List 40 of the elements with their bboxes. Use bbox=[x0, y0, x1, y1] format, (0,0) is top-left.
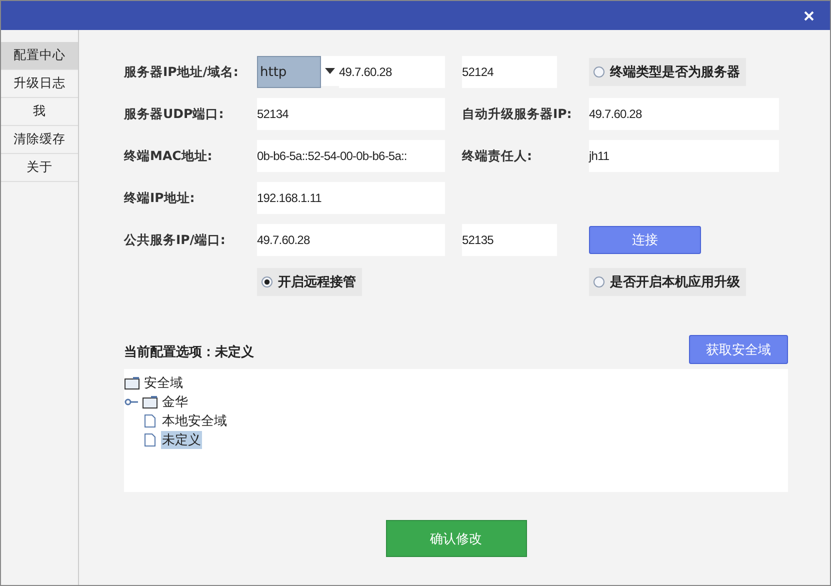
owner-field[interactable]: jh11 bbox=[589, 140, 779, 172]
tree-item[interactable]: 安全域 bbox=[143, 374, 184, 392]
file-icon bbox=[142, 414, 158, 428]
remote-takeover-radio[interactable]: 开启远程接管 bbox=[257, 268, 362, 296]
field-label: 公共服务IP/端口: bbox=[124, 232, 226, 248]
public-ip-field[interactable]: 49.7.60.28 bbox=[257, 224, 445, 256]
tree-item[interactable]: 未定义 bbox=[161, 430, 202, 448]
field-label: 服务器IP地址/域名: bbox=[124, 64, 240, 80]
sidebar-item[interactable]: 升级日志 bbox=[1, 70, 78, 98]
file-icon bbox=[142, 432, 158, 446]
close-icon[interactable] bbox=[804, 10, 814, 20]
current-config-label: 当前配置选项：未定义 bbox=[124, 344, 254, 362]
folder-icon bbox=[142, 394, 158, 408]
udp-port-field[interactable]: 52134 bbox=[257, 98, 445, 130]
protocol-dropdown[interactable]: http bbox=[257, 56, 321, 88]
sidebar-item[interactable]: 配置中心 bbox=[1, 42, 78, 70]
expand-handle-icon[interactable] bbox=[124, 396, 140, 406]
sidebar-item[interactable]: 关于 bbox=[1, 154, 78, 182]
tree-item[interactable]: 本地安全域 bbox=[161, 412, 228, 430]
upgrade-ip-field[interactable]: 49.7.60.28 bbox=[589, 98, 779, 130]
port-field[interactable]: 52124 bbox=[462, 56, 557, 88]
radio-icon[interactable] bbox=[261, 276, 273, 288]
field-label: 终端责任人: bbox=[462, 148, 532, 162]
field-label: 服务器UDP端口: bbox=[124, 106, 225, 122]
public-port-field[interactable]: 52135 bbox=[462, 224, 557, 256]
radio-icon[interactable] bbox=[593, 276, 605, 288]
field-label: 自动升级服务器IP: bbox=[462, 106, 572, 120]
dropdown-arrow-icon bbox=[325, 68, 335, 74]
ip-field[interactable]: 192.168.1.11 bbox=[257, 182, 445, 214]
field-label: 终端IP地址: bbox=[124, 190, 196, 206]
field-label: 终端MAC地址: bbox=[124, 148, 214, 164]
tree-item[interactable]: 金华 bbox=[161, 392, 189, 410]
local-upgrade-radio[interactable]: 是否开启本机应用升级 bbox=[589, 268, 746, 296]
sidebar-item[interactable]: 我 bbox=[1, 98, 78, 126]
mac-field[interactable]: 0b-b6-5a::52-54-00-0b-b6-5a:: bbox=[257, 140, 445, 172]
sidebar-item[interactable]: 清除缓存 bbox=[1, 126, 78, 154]
server-type-radio[interactable]: 终端类型是否为服务器 bbox=[589, 58, 746, 86]
radio-icon[interactable] bbox=[593, 66, 605, 78]
server-ip-field[interactable]: 49.7.60.28 bbox=[339, 56, 445, 88]
folder-icon bbox=[124, 376, 140, 390]
